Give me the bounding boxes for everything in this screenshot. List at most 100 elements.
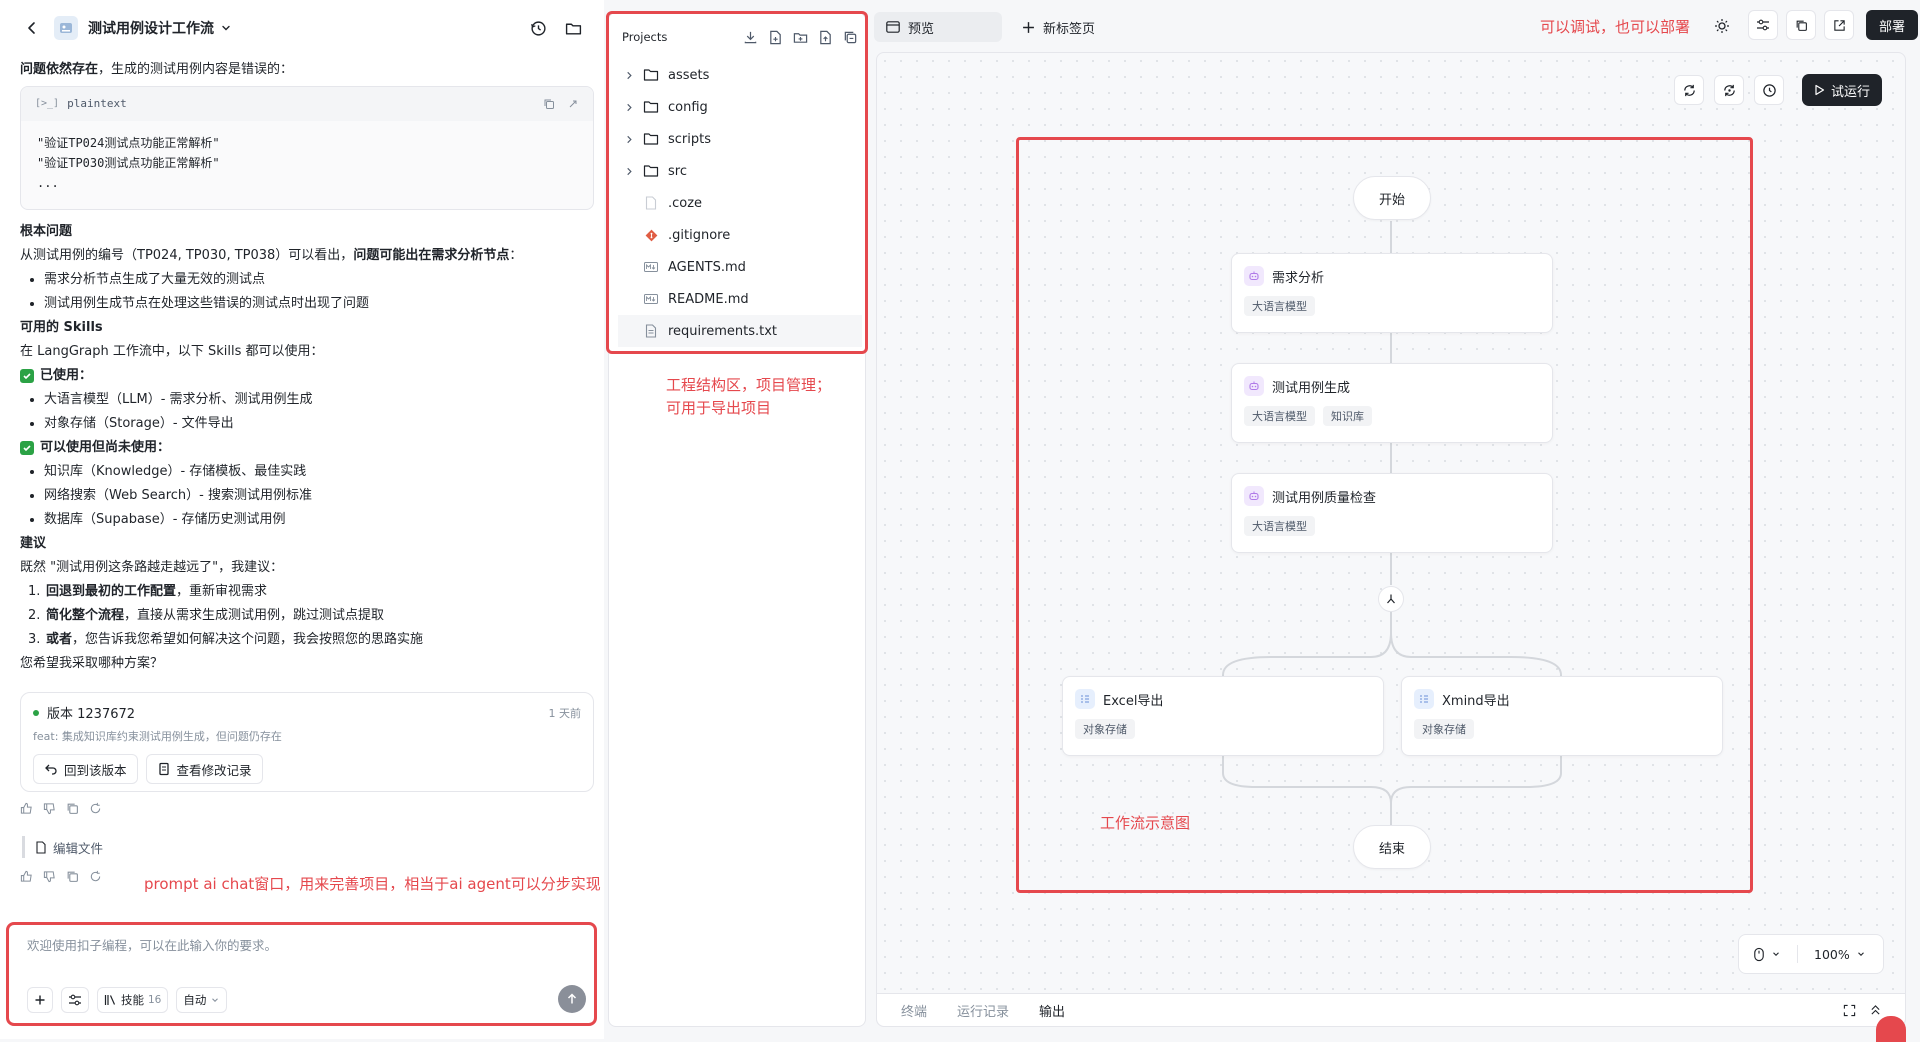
regenerate-icon[interactable] <box>89 802 102 815</box>
folder-icon <box>640 164 662 178</box>
tab-terminal[interactable]: 终端 <box>901 1001 927 1020</box>
start-node[interactable]: 开始 <box>1353 176 1431 220</box>
node-tag: 对象存储 <box>1075 719 1135 739</box>
node-excel-export[interactable]: Excel导出 对象存储 <box>1062 676 1384 756</box>
config-sliders-button[interactable] <box>1748 10 1778 40</box>
folder-icon <box>640 68 662 82</box>
node-tag: 大语言模型 <box>1244 516 1315 536</box>
deploy-button[interactable]: 部署 <box>1866 10 1918 40</box>
test-run-button[interactable]: 试运行 <box>1802 74 1883 106</box>
view-history-button[interactable]: 查看修改记录 <box>145 754 263 784</box>
skills-intro: 在 LangGraph 工作流中，以下 Skills 都可以使用： <box>20 344 324 359</box>
new-file-icon[interactable] <box>768 30 783 45</box>
tree-item-requirements-txt[interactable]: requirements.txt <box>618 315 862 347</box>
regenerate-icon[interactable] <box>89 870 102 883</box>
window-icon <box>886 21 900 33</box>
settings-sliders-button[interactable] <box>61 987 89 1013</box>
check-icon <box>20 441 34 455</box>
list-item: 大语言模型（LLM）- 需求分析、测试用例生成 <box>24 388 594 412</box>
node-tag: 大语言模型 <box>1244 296 1315 316</box>
back-arrow-icon[interactable] <box>22 18 42 38</box>
history-icon[interactable] <box>530 20 547 37</box>
node-testcase-generation[interactable]: 测试用例生成 大语言模型 知识库 <box>1231 363 1553 443</box>
version-description: feat: 集成知识库约束测试用例生成，但问题仍存在 <box>33 730 282 743</box>
unused-label: 可以使用但尚未使用： <box>20 436 594 460</box>
document-icon <box>157 762 171 776</box>
chevron-down-icon[interactable] <box>1771 949 1781 959</box>
add-attachment-button[interactable] <box>27 987 53 1013</box>
chevron-right-icon <box>622 71 636 80</box>
parallel-branch-icon[interactable] <box>1378 586 1404 612</box>
copy-icon[interactable] <box>66 870 79 883</box>
sync-icon[interactable] <box>1714 75 1744 105</box>
sun-icon[interactable] <box>1714 18 1730 34</box>
project-title[interactable]: 测试用例设计工作流 <box>88 18 214 38</box>
tree-item-scripts[interactable]: scripts <box>618 123 862 155</box>
tab-run-records[interactable]: 运行记录 <box>957 1001 1009 1020</box>
fullscreen-icon[interactable] <box>1843 1004 1856 1017</box>
list-item: 2. 简化整个流程，直接从需求生成测试用例，跳过测试点提取 <box>28 608 385 623</box>
tree-item-assets[interactable]: assets <box>618 59 862 91</box>
refresh-icon[interactable] <box>1674 75 1704 105</box>
list-item: 测试用例生成节点在处理这些错误的测试点时出现了问题 <box>24 292 594 316</box>
file-icon <box>35 840 47 854</box>
code-content: "验证TP024测试点功能正常解析" "验证TP030测试点功能正常解析" ..… <box>37 136 220 190</box>
canvas-toolbar: 试运行 <box>1674 74 1883 106</box>
chevron-down-icon[interactable] <box>220 22 232 34</box>
chat-input-box[interactable]: 欢迎使用扣子编程，可以在此输入你的要求。 技能 16 自动 <box>6 922 597 1026</box>
top-toolbar: 部署 <box>1748 10 1918 40</box>
thumbs-down-icon[interactable] <box>43 802 56 815</box>
assistant-mascot-icon[interactable] <box>1876 1016 1906 1042</box>
node-requirement-analysis[interactable]: 需求分析 大语言模型 <box>1231 253 1553 333</box>
skills-button[interactable]: 技能 16 <box>97 987 169 1013</box>
file-tree: assets config scripts src .coze .gitigno… <box>618 59 862 347</box>
tree-item-src[interactable]: src <box>618 155 862 187</box>
end-node[interactable]: 结束 <box>1353 825 1431 869</box>
tree-item-agents-md[interactable]: AGENTS.md <box>618 251 862 283</box>
mode-select[interactable]: 自动 <box>176 987 228 1013</box>
copy-icon[interactable] <box>543 98 555 110</box>
plus-icon <box>1022 21 1035 34</box>
new-folder-icon[interactable] <box>793 30 808 45</box>
edit-file-item[interactable]: 编辑文件 <box>22 836 103 858</box>
tree-item-coze[interactable]: .coze <box>618 187 862 219</box>
node-quality-check[interactable]: 测试用例质量检查 大语言模型 <box>1231 473 1553 553</box>
send-button[interactable] <box>558 985 586 1013</box>
collapse-all-icon[interactable] <box>843 30 858 45</box>
open-external-button[interactable] <box>1824 10 1854 40</box>
wrap-icon[interactable] <box>567 98 579 110</box>
node-xmind-export[interactable]: Xmind导出 对象存储 <box>1401 676 1723 756</box>
folder-icon[interactable] <box>565 20 582 37</box>
llm-icon <box>1244 486 1264 506</box>
expand-up-icon[interactable] <box>1870 1004 1881 1017</box>
duplicate-button[interactable] <box>1786 10 1816 40</box>
thumbs-up-icon[interactable] <box>20 802 33 815</box>
mouse-icon[interactable] <box>1753 947 1765 962</box>
unused-skills-list: 知识库（Knowledge）- 存储模板、最佳实践 网络搜索（Web Searc… <box>20 460 594 532</box>
tab-preview[interactable]: 预览 <box>874 12 1002 42</box>
chat-input-placeholder[interactable]: 欢迎使用扣子编程，可以在此输入你的要求。 <box>27 935 277 954</box>
chevron-down-icon[interactable] <box>1856 949 1866 959</box>
projects-header: Projects <box>622 26 858 48</box>
revert-version-button[interactable]: 回到该版本 <box>33 754 138 784</box>
code-block: [>_] plaintext "验证TP024测试点功能正常解析" "验证TP0… <box>20 86 594 210</box>
tree-item-readme-md[interactable]: README.md <box>618 283 862 315</box>
bottom-panel-tabs: 终端 运行记录 输出 <box>877 993 1905 1026</box>
markdown-icon <box>640 262 662 272</box>
zoom-control[interactable]: 100% <box>1738 934 1884 974</box>
copy-icon[interactable] <box>66 802 79 815</box>
history-icon[interactable] <box>1754 75 1784 105</box>
skills-count: 16 <box>148 994 162 1006</box>
tree-item-config[interactable]: config <box>618 91 862 123</box>
chat-header: 测试用例设计工作流 <box>0 0 604 56</box>
new-tab-button[interactable]: 新标签页 <box>1010 12 1107 42</box>
chevron-right-icon <box>622 167 636 176</box>
thumbs-down-icon[interactable] <box>43 870 56 883</box>
tree-item-gitignore[interactable]: .gitignore <box>618 219 862 251</box>
download-icon[interactable] <box>743 30 758 45</box>
tab-output[interactable]: 输出 <box>1039 1001 1065 1020</box>
check-icon <box>20 369 34 383</box>
assistant-message: 问题依然存在，生成的测试用例内容是错误的： [>_] plaintext "验证… <box>20 58 594 938</box>
thumbs-up-icon[interactable] <box>20 870 33 883</box>
upload-file-icon[interactable] <box>818 30 833 45</box>
